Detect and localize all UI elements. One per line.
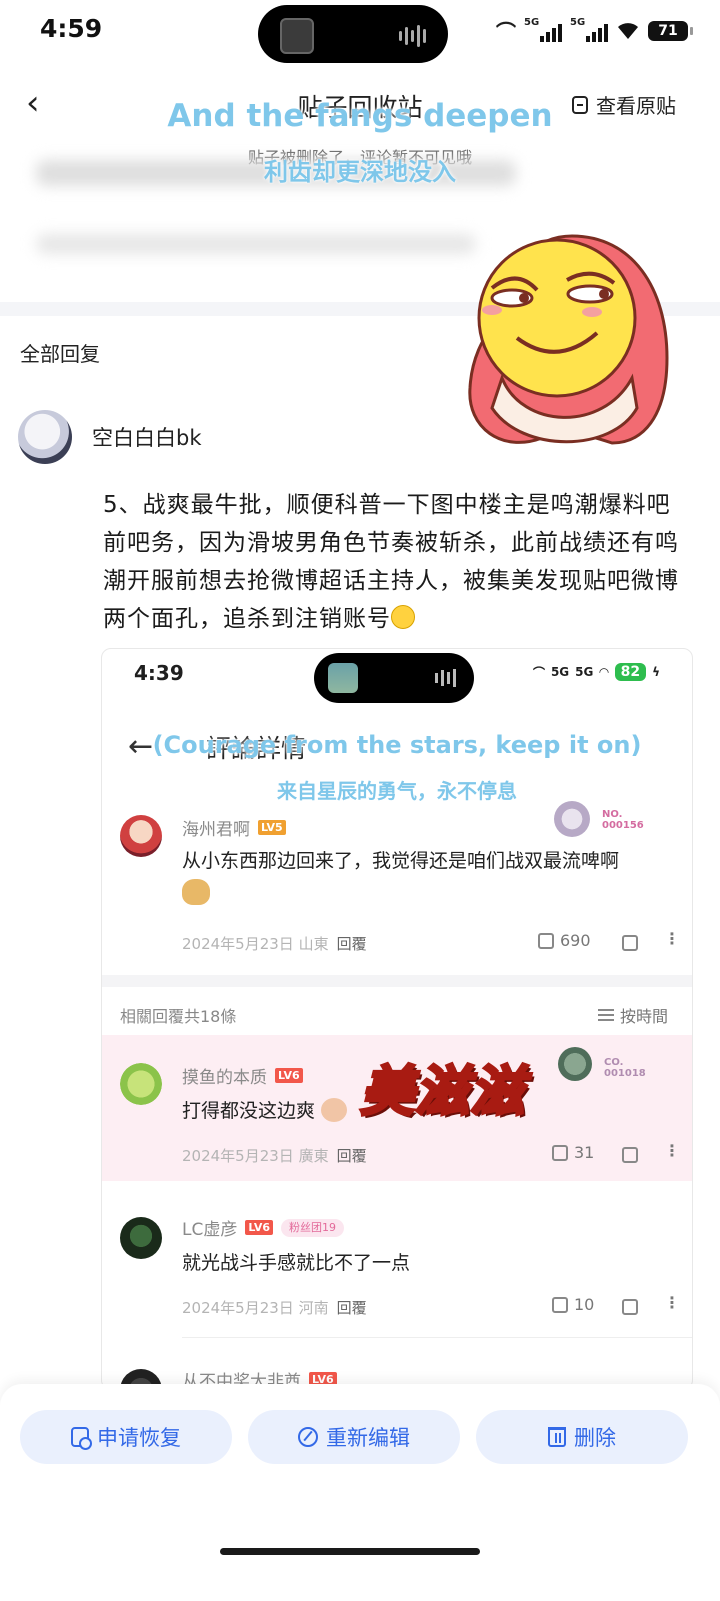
level-badge: LV6 <box>245 1220 274 1235</box>
thumbs-up-icon <box>552 1296 568 1313</box>
thumbs-down-icon <box>622 1147 638 1163</box>
level-badge: LV6 <box>275 1068 303 1083</box>
comment-text: 从小东西那边回来了，我觉得还是咱们战双最流啤啊 <box>182 845 677 909</box>
number-badge: NO. 000156 <box>602 809 644 831</box>
restore-icon <box>71 1427 92 1450</box>
battery-icon: 82 <box>614 663 647 681</box>
commenter-name-text: LC虚彦 <box>182 1220 238 1240</box>
level-badge: LV5 <box>258 820 286 835</box>
battery-icon: 71 <box>648 20 693 41</box>
embedded-status-time: 4:39 <box>134 661 184 685</box>
network-label-2: 5G <box>575 665 594 679</box>
meizizi-sticker-text: 美滋滋 <box>359 1059 526 1125</box>
signal-icon: 5G <box>524 17 562 42</box>
reedit-button[interactable]: 重新编辑 <box>248 1410 460 1464</box>
thumbs-down-icon <box>622 1299 638 1315</box>
more-icon: ⋮ <box>664 1293 680 1312</box>
like-number: 31 <box>574 1143 595 1162</box>
network-label: 5G <box>550 665 570 679</box>
embedded-caption-chinese: 来自星辰的勇气，永不停息 <box>277 779 517 803</box>
embedded-status-icons: ⌒ 5G 5G ◠ 82 ϟ <box>533 663 660 681</box>
comment-meta: 2024年5月23日 河南 回覆 <box>182 1297 367 1318</box>
commenter-name: 摸鱼的本质 LV6 <box>182 1063 303 1088</box>
avatar <box>120 1063 162 1105</box>
caption-english: And the fangs deepen <box>167 98 553 134</box>
commenter-name: LC虚彦 LV6 粉丝团19 <box>182 1215 345 1240</box>
charging-icon: ϟ <box>652 665 660 679</box>
avatar[interactable] <box>18 410 72 464</box>
fan-badge: 粉丝团19 <box>281 1218 345 1237</box>
reply-count: 相關回覆共18條 <box>120 1007 237 1026</box>
request-restore-label: 申请恢复 <box>97 1426 181 1450</box>
list-icon <box>598 1009 614 1021</box>
thumbs-up-icon <box>552 1144 568 1161</box>
earbuds-icon: ⌒ <box>496 20 516 44</box>
wifi-icon: ◠ <box>599 665 609 679</box>
status-icons: ⌒ 5G 5G 71 <box>496 16 693 45</box>
medal-icon <box>558 1047 592 1081</box>
thumbs-down-icon <box>622 935 638 951</box>
comment-body: 打得都没这边爽 <box>182 1100 316 1122</box>
doge-emoji-icon <box>182 879 210 905</box>
media-thumbnail <box>328 663 358 693</box>
embedded-screenshot[interactable]: 4:39 ⌒ 5G 5G ◠ 82 ϟ ← 評論詳情 (Courage from… <box>101 648 693 1390</box>
dynamic-island[interactable] <box>258 5 448 63</box>
edit-icon <box>298 1427 318 1447</box>
comment-text: 就光战斗手感就比不了一点 <box>182 1252 411 1274</box>
home-indicator[interactable] <box>220 1548 480 1555</box>
audio-wave-icon <box>435 669 456 687</box>
like-count: 10 <box>552 1295 594 1314</box>
status-time: 4:59 <box>40 14 103 43</box>
username[interactable]: 空白白白bk <box>92 422 202 452</box>
delete-label: 删除 <box>574 1426 616 1450</box>
avatar <box>120 1217 162 1259</box>
comment-date: 2024年5月23日 河南 <box>182 1299 329 1317</box>
audio-wave-icon <box>399 25 426 47</box>
commenter-name-text: 摸鱼的本质 <box>182 1068 267 1088</box>
comment-date: 2024年5月23日 山東 <box>182 935 329 953</box>
medal-icon <box>554 801 590 837</box>
signal-icon-2: 5G <box>570 17 608 42</box>
request-restore-button[interactable]: 申请恢复 <box>20 1410 232 1464</box>
post-body: 5、战爽最牛批，顺便科普一下图中楼主是鸣潮爆料吧前吧务，因为滑坡男角色节奏被斩杀… <box>103 492 679 632</box>
number-badge: CO. 001018 <box>604 1057 646 1079</box>
comment-text: 打得都没这边爽 <box>182 1095 348 1127</box>
media-thumbnail <box>280 18 314 54</box>
like-count: 31 <box>552 1143 594 1162</box>
caption-chinese: 利齿却更深地没入 <box>264 158 456 186</box>
reply-link: 回覆 <box>336 1147 367 1165</box>
more-icon: ⋮ <box>664 1141 680 1160</box>
earbuds-icon: ⌒ <box>532 665 545 680</box>
more-icon: ⋮ <box>664 929 680 948</box>
commenter-name-text: 海州君啊 <box>182 820 250 840</box>
delete-button[interactable]: 删除 <box>476 1410 688 1464</box>
sort-label: 按時間 <box>620 1007 669 1026</box>
all-replies-title: 全部回复 <box>20 342 100 366</box>
smile-emoji-icon <box>391 605 415 629</box>
avatar <box>120 815 162 857</box>
wifi-icon <box>618 22 638 39</box>
comment-meta: 2024年5月23日 山東 回覆 <box>182 933 367 954</box>
blurred-content-2 <box>36 234 476 254</box>
comment-date: 2024年5月23日 廣東 <box>182 1147 329 1165</box>
commenter-name: 海州君啊 LV5 <box>182 815 286 840</box>
reedit-label: 重新编辑 <box>326 1426 410 1450</box>
like-count: 690 <box>538 931 591 950</box>
comment-body: 从小东西那边回来了，我觉得还是咱们战双最流啤啊 <box>182 850 620 872</box>
section-divider <box>102 975 692 987</box>
pig-emoji-icon <box>321 1098 348 1122</box>
reply-link: 回覆 <box>336 935 367 953</box>
smirk-sticker <box>468 234 669 445</box>
comment-meta: 2024年5月23日 廣東 回覆 <box>182 1145 367 1166</box>
embedded-caption-english: (Courage from the stars, keep it on) <box>152 731 642 759</box>
thumbs-up-icon <box>538 932 554 949</box>
like-number: 10 <box>574 1295 595 1314</box>
like-number: 690 <box>560 931 591 950</box>
trash-icon <box>548 1427 566 1447</box>
row-divider <box>182 1337 692 1338</box>
post-text: 5、战爽最牛批，顺便科普一下图中楼主是鸣潮爆料吧前吧务，因为滑坡男角色节奏被斩杀… <box>103 486 693 638</box>
sort-button: 按時間 <box>598 1003 668 1027</box>
reply-link: 回覆 <box>336 1299 367 1317</box>
embedded-dynamic-island <box>314 653 474 703</box>
